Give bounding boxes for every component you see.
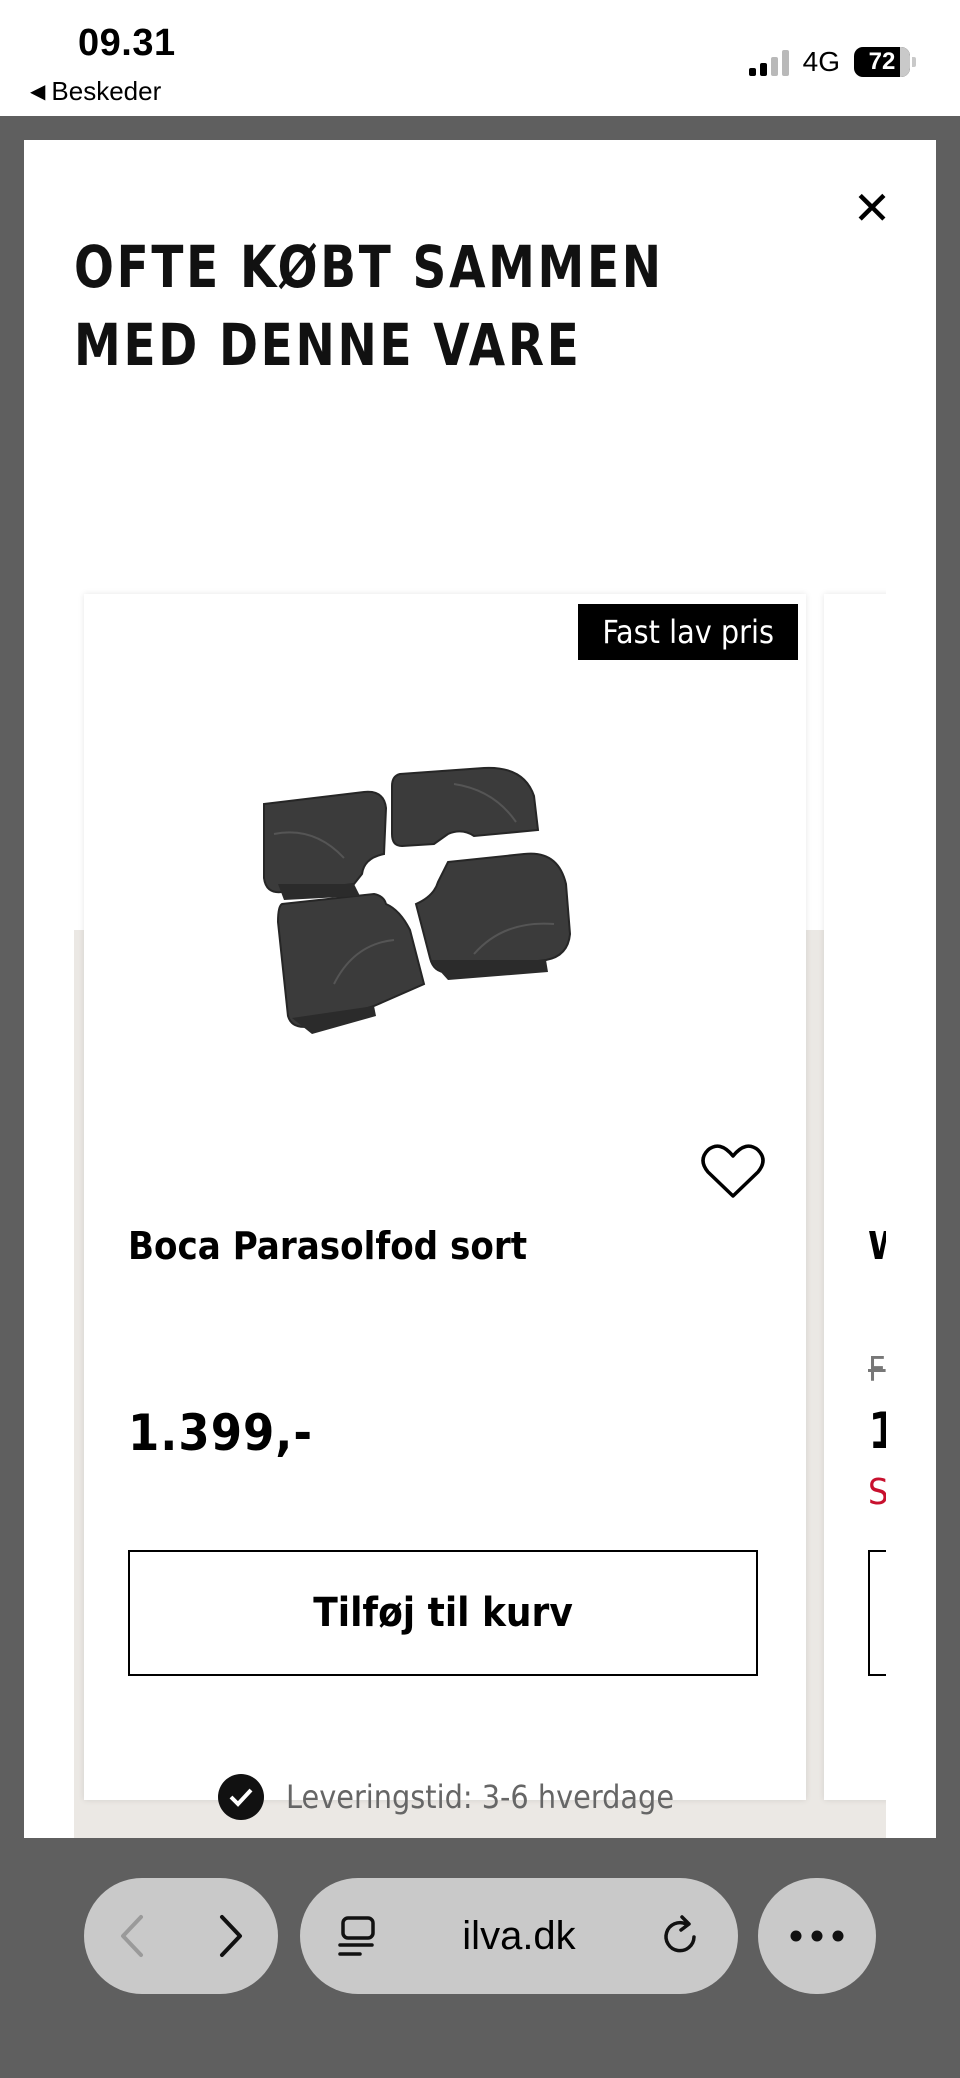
back-chevron-icon[interactable] [113,1911,153,1961]
more-options-button[interactable] [758,1878,876,1994]
next-product-name: W [868,1224,886,1268]
checkmark-icon [218,1774,264,1820]
price-badge: Fast lav pris [578,604,798,660]
browser-toolbar: ilva.dk [0,1838,960,2078]
next-product-price: 1 [868,1402,886,1460]
battery-level: 72 [868,48,896,75]
url-text[interactable]: ilva.dk [380,1914,658,1959]
next-product-card[interactable]: W F 1 S [824,594,886,1800]
add-to-cart-button[interactable]: Tilføj til kurv [128,1550,758,1676]
status-bar: 09.31 ◀ Beskeder 4G 72 [0,0,960,116]
product-card[interactable]: Fast lav pris Boca Parasolfod sort 1.399… [84,594,806,1820]
reload-icon[interactable] [658,1913,704,1959]
product-name[interactable]: Boca Parasolfod sort [128,1224,527,1268]
back-app-label: Beskeder [51,76,162,106]
back-to-app-link[interactable]: ◀ Beskeder [30,76,161,107]
delivery-info: Leveringstid: 3-6 hverdage [218,1774,674,1820]
reader-tabs-icon[interactable] [336,1914,380,1958]
history-navigation [84,1878,278,1994]
ellipsis-icon [790,1930,844,1942]
battery-icon: 72 [854,47,916,77]
close-icon[interactable]: ✕ [852,185,892,231]
product-image[interactable] [234,734,654,1054]
signal-icon [748,48,789,76]
modal-title: OFTE KØBT SAMMEN MED DENNE VARE [74,233,664,379]
forward-chevron-icon[interactable] [210,1911,250,1961]
product-price: 1.399,- [128,1404,314,1462]
status-indicators: 4G 72 [748,44,916,80]
heart-icon[interactable] [700,1142,766,1202]
status-time: 09.31 [78,22,176,64]
back-triangle-icon: ◀ [30,81,46,103]
next-add-to-cart-button[interactable] [868,1550,886,1676]
address-bar[interactable]: ilva.dk [300,1878,738,1994]
delivery-time-label: Leveringstid: 3-6 hverdage [286,1778,675,1816]
next-product-sale-label: S [868,1472,886,1513]
product-carousel[interactable]: Fast lav pris Boca Parasolfod sort 1.399… [74,452,886,1838]
frequently-bought-together-modal: ✕ OFTE KØBT SAMMEN MED DENNE VARE Fast l… [24,140,936,1838]
next-product-old-price: F [868,1350,886,1390]
network-type: 4G [802,46,840,77]
